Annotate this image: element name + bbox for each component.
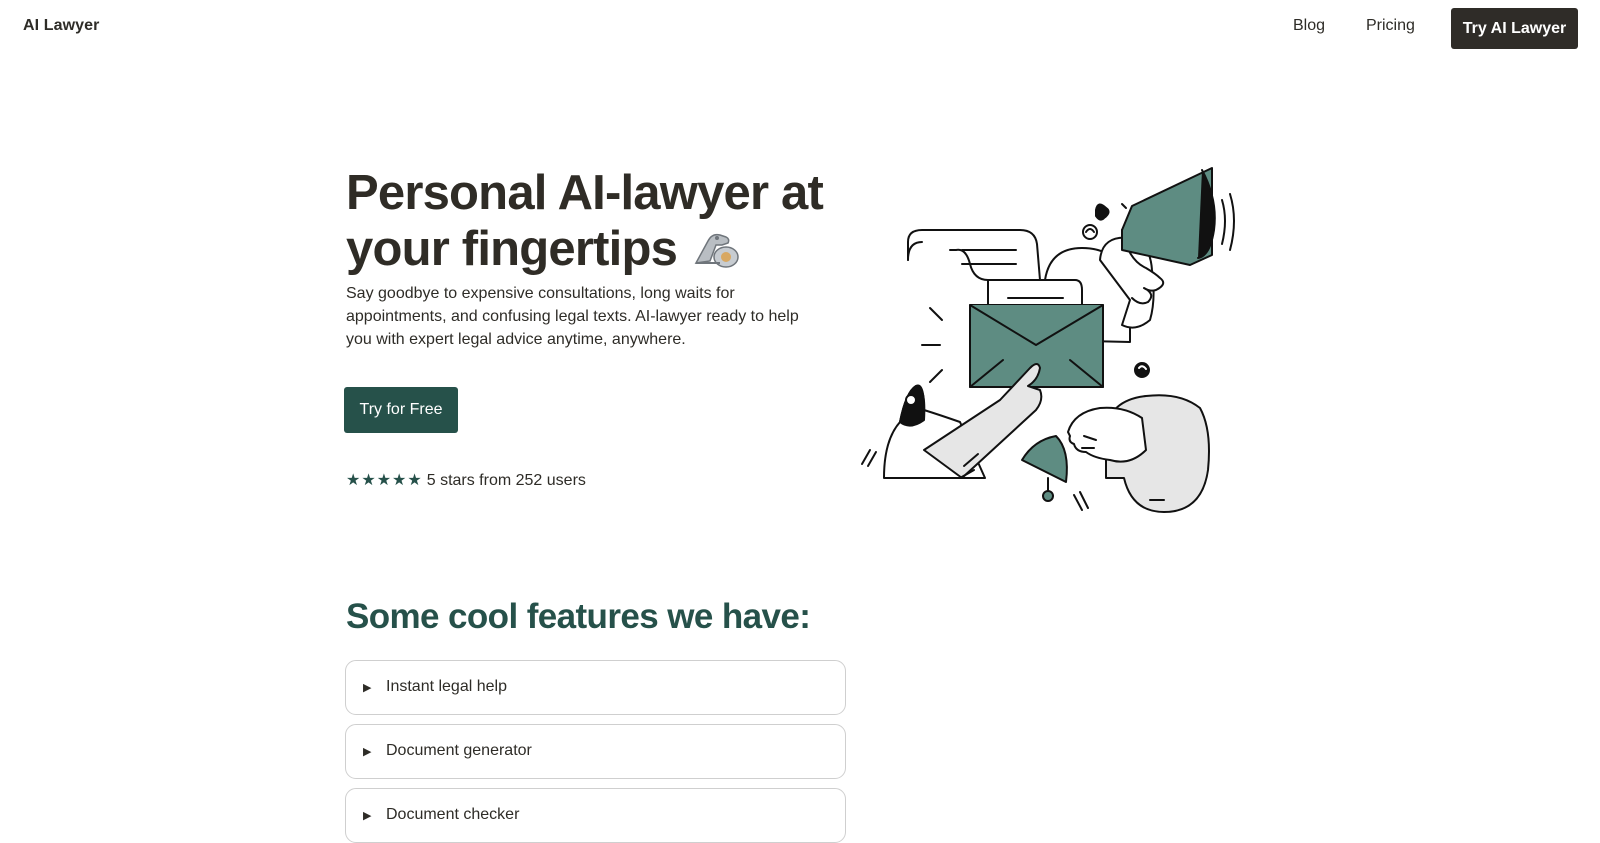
feature-instant-legal-help[interactable]: ▶ Instant legal help [345,660,846,715]
brand-logo[interactable]: AI Lawyer [23,17,100,35]
feature-label: Document checker [386,806,520,823]
nav-link-blog[interactable]: Blog [1293,17,1325,35]
user-rating: ★★★★★ 5 stars from 252 users [346,470,586,490]
feature-label: Instant legal help [386,678,507,695]
hero-title: Personal AI-lawyer at your fingertips [346,165,866,277]
features-title: Some cool features we have: [346,597,811,636]
try-for-free-button[interactable]: Try for Free [344,387,458,433]
nav-link-pricing[interactable]: Pricing [1366,17,1415,35]
try-ai-lawyer-button[interactable]: Try AI Lawyer [1451,8,1578,49]
hero-title-text: Personal AI-lawyer at your fingertips [346,166,824,276]
caret-right-icon: ▶ [363,810,372,822]
rating-text: 5 stars from 252 users [426,472,586,489]
hero-subtitle: Say goodbye to expensive consultations, … [346,285,799,348]
feature-document-generator[interactable]: ▶ Document generator [345,724,846,779]
caret-right-icon: ▶ [363,746,372,758]
caret-right-icon: ▶ [363,682,372,694]
feature-document-checker[interactable]: ▶ Document checker [345,788,846,843]
star-rating-icon: ★★★★★ [346,472,423,489]
top-navigation: AI Lawyer Blog Pricing Try AI Lawyer [0,0,1600,58]
mechanical-arm-icon [694,233,739,268]
hero-illustration [861,167,1235,513]
feature-label: Document generator [386,742,532,759]
